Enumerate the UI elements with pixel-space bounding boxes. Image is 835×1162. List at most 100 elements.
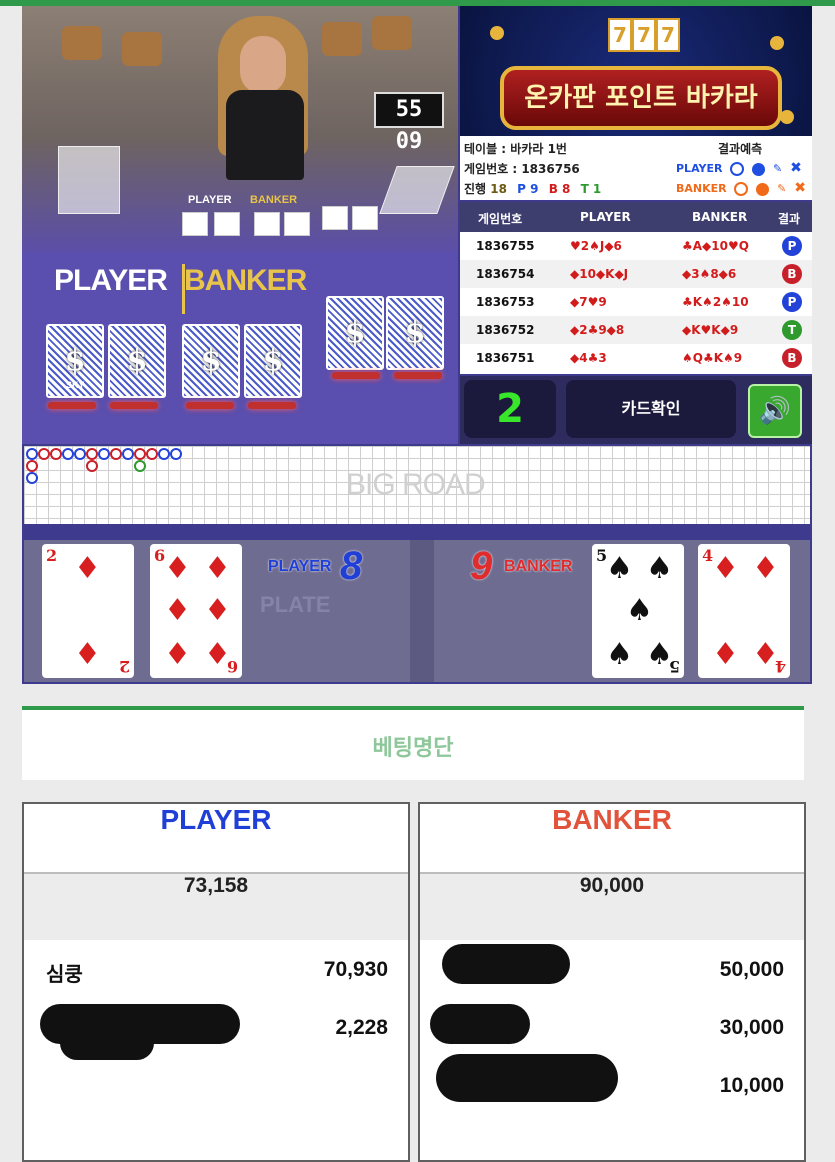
history-player-cards: ◆4♣3 [570, 351, 607, 365]
card-rank: 4 [774, 657, 786, 676]
card-back-logo: $ [200, 343, 222, 379]
speaker-icon[interactable]: 🔊 [748, 384, 802, 438]
bet-amount: 2,228 [335, 1016, 388, 1039]
card-slot-light [186, 402, 234, 409]
predict-player-label: PLAYER [676, 162, 723, 175]
player-bet-panel: PLAYER 73,158 심쿵 70,930 2,228 [22, 802, 410, 1162]
player-card-1: 2 ♦ ♦ 2 [42, 544, 134, 678]
big-road-bead [98, 448, 110, 460]
big-road-bead [38, 448, 50, 460]
dealer-face [240, 36, 286, 94]
progress-player: P 9 [517, 182, 539, 196]
player-bet-total: 73,158 [24, 872, 408, 940]
bet-amount: 30,000 [719, 1016, 784, 1039]
casino-chair [372, 16, 412, 50]
history-player-cards: ♥2♠J◆6 [570, 239, 622, 253]
card-suit: ♦ [712, 637, 739, 672]
predict-player-pen-icon[interactable]: ✎ [773, 162, 782, 175]
history-game-number: 1836755 [476, 239, 535, 253]
card-suit: ♦ [204, 551, 231, 586]
history-row: 1836752 ◆2♣9◆8 ◆K♥K◆9 T [460, 316, 812, 344]
predict-player-x-icon[interactable]: ✖ [790, 160, 802, 176]
predict-player-dot-icon[interactable] [752, 162, 766, 176]
big-road-bead [26, 460, 38, 472]
predict-banker-dot-icon[interactable] [756, 182, 770, 196]
result-player-score: 8 [340, 544, 363, 588]
banker-bet-total: 90,000 [420, 872, 804, 940]
history-row: 1836753 ◆7♥9 ♣K♠2♠10 P [460, 288, 812, 316]
predict-banker-row: BANKER ✎ ✖ [676, 180, 806, 196]
history-row: 1836751 ◆4♣3 ♠Q♣K♠9 B [460, 344, 812, 372]
progress-row: 진행 18 P 9 B 8 T 1 [464, 180, 601, 197]
result-watermark: PLATE [260, 592, 331, 617]
history-result-badge: B [782, 348, 802, 368]
card-check-button[interactable]: 카드확인 [566, 380, 736, 438]
mini-card [284, 212, 310, 236]
coin-icon [770, 36, 784, 50]
card-back: $ [244, 324, 302, 398]
bet-amount: 10,000 [719, 1074, 784, 1097]
big-road-bead [170, 448, 182, 460]
history-col-player: PLAYER [580, 210, 631, 224]
predict-banker-x-icon[interactable]: ✖ [794, 180, 806, 196]
card-back-text: SKY [66, 380, 85, 390]
card-slot-light [110, 402, 158, 409]
big-road-bead [50, 448, 62, 460]
history-col-number: 게임번호 [478, 212, 523, 226]
mini-card [254, 212, 280, 236]
big-road-bead [26, 472, 38, 484]
mini-banker-label: BANKER [250, 194, 298, 206]
banker-bet-title: BANKER [552, 804, 672, 835]
progress-banker: B 8 [548, 182, 571, 196]
card-suit: ♦ [164, 593, 191, 628]
card-suit: ♦ [712, 551, 739, 586]
history-result-badge: B [782, 264, 802, 284]
big-road-bead [134, 460, 146, 472]
redacted-name [430, 1004, 530, 1044]
banker-bet-panel: BANKER 90,000 50,000 30,000 10,000 [418, 802, 806, 1162]
card-suit: ♠ [606, 637, 633, 672]
banker-card-2: 4 ♦ ♦ ♦ ♦ 4 [698, 544, 790, 678]
history-table: 게임번호 PLAYER BANKER 결과 1836755 ♥2♠J◆6 ♣A◆10… [460, 202, 812, 374]
result-banker-score: 9 [470, 544, 493, 588]
card-back: $ [182, 324, 240, 398]
big-road-title: BIG ROAD [346, 468, 486, 501]
predict-player-circle-icon[interactable] [730, 162, 745, 176]
slot-reel: 7 [632, 18, 656, 52]
card-slot-light [248, 402, 296, 409]
big-road-bead [110, 448, 122, 460]
table-name: 테이블 : 바카라 1번 [464, 142, 567, 156]
big-road-bead [86, 448, 98, 460]
mini-card [352, 206, 378, 230]
countdown-number: 2 [464, 380, 556, 438]
banner-title: 온카판 포인트 바카라 [500, 66, 782, 130]
mini-card [322, 206, 348, 230]
card-back: $ [108, 324, 166, 398]
history-game-number: 1836752 [476, 323, 535, 337]
card-rank: 5 [668, 657, 680, 676]
card-back-logo: $ [404, 315, 426, 351]
table-player-label: PLAYER [54, 264, 168, 297]
big-road-bead [26, 448, 38, 460]
card-slot-light [48, 402, 96, 409]
big-road-bead [86, 460, 98, 472]
control-bar: 2 카드확인 🔊 [460, 376, 812, 444]
history-game-number: 1836751 [476, 351, 535, 365]
predict-banker-circle-icon[interactable] [734, 182, 749, 196]
discard-tray [379, 166, 455, 214]
card-back-logo: $ [262, 343, 284, 379]
table-banker-label: BANKER [184, 264, 307, 297]
predict-banker-pen-icon[interactable]: ✎ [777, 182, 786, 195]
dealer-timer: 55 09 [374, 92, 444, 154]
round-result: PLATE 2 ♦ ♦ 2 6 ♦ ♦ ♦ ♦ ♦ ♦ 6 PLAYER 8 9… [24, 540, 810, 682]
game-screen: 55 09 PLAYER BANKER PLAYER BANKER $ $ $ … [22, 6, 812, 684]
casino-chair [122, 32, 162, 66]
history-row: 1836755 ♥2♠J◆6 ♣A◆10♥Q P [460, 232, 812, 260]
big-road-bead [146, 448, 158, 460]
predict-banker-label: BANKER [676, 182, 727, 195]
card-rank: 6 [226, 657, 238, 676]
card-slot-light [394, 372, 442, 379]
card-back-logo: $ [126, 343, 148, 379]
game-number: 게임번호 : 1836756 [464, 162, 580, 176]
result-player-label: PLAYER [268, 558, 332, 575]
